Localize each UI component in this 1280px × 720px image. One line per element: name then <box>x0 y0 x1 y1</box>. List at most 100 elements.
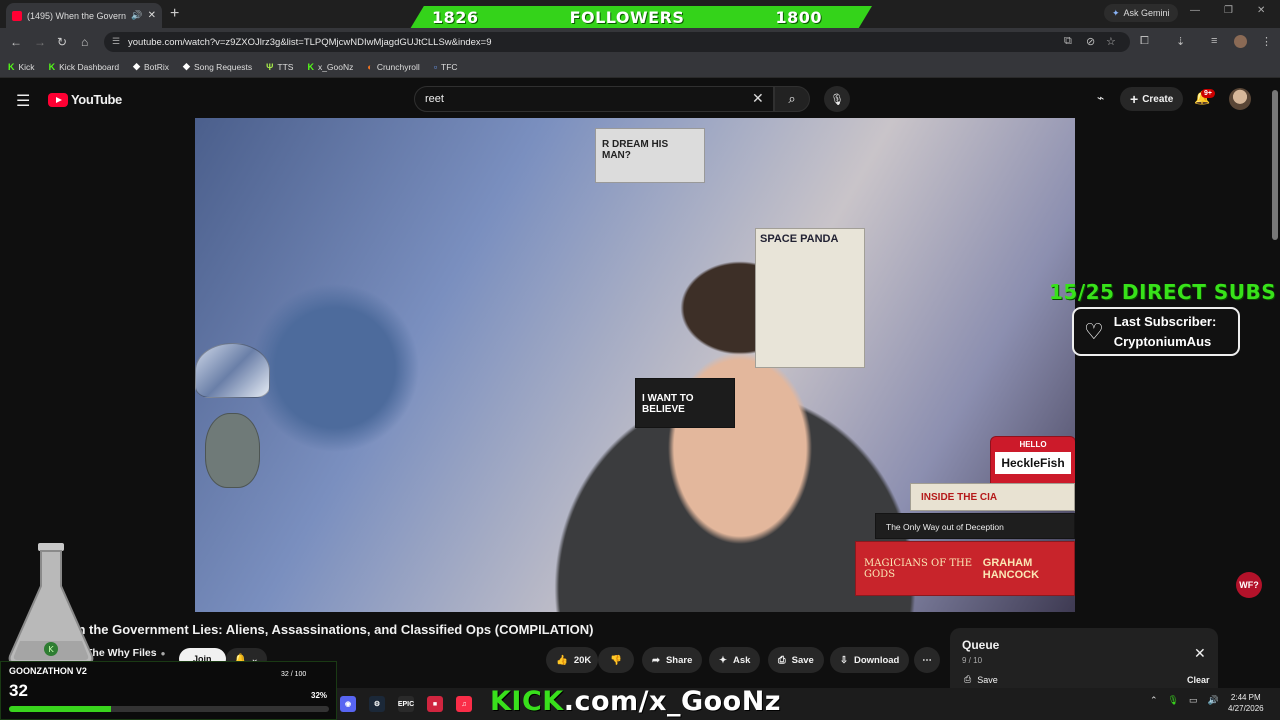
download-label: Download <box>853 654 900 666</box>
botrix-icon: ◆ <box>183 61 190 71</box>
music-icon[interactable]: ♫ <box>456 696 472 712</box>
followers-overlay: 1826 FOLLOWERS 1800 <box>410 6 872 29</box>
ask-button[interactable]: ✦ Ask <box>709 647 761 673</box>
sparkle-icon: ✦ <box>719 654 727 666</box>
queue-count: 9 / 10 <box>962 656 983 665</box>
stream-url-suffix: .com/x_GooNz <box>563 686 782 717</box>
forward-arrow-icon[interactable]: → <box>34 35 46 49</box>
channel-watermark[interactable]: WF? <box>1236 572 1262 598</box>
close-window-button[interactable]: ✕ <box>1257 5 1265 16</box>
bookmark-6[interactable]: ◐ Crunchyroll <box>367 62 419 72</box>
download-icon: ⇩ <box>840 654 848 666</box>
bookmark-2[interactable]: ◆ BotRix <box>133 61 169 72</box>
tray-volume-icon[interactable]: 🔊 <box>1208 695 1219 706</box>
queue-save-button[interactable]: ⎙ Save <box>964 674 998 685</box>
hide-icon[interactable]: ⊘ <box>1086 35 1095 48</box>
bookmark-4[interactable]: Ψ TTS <box>266 62 293 72</box>
kick-icon: K <box>307 61 314 72</box>
browser-tab[interactable]: (1495) When the Governme 🔊 ✕ <box>6 3 162 28</box>
kick-icon: K <box>8 61 15 72</box>
reading-list-icon[interactable]: ≡ <box>1211 35 1217 47</box>
tab-close-icon[interactable]: ✕ <box>148 10 156 21</box>
stream-url-overlay: KICK.com/x_GooNz <box>490 686 781 717</box>
queue-close-icon[interactable]: ✕ <box>1194 645 1206 662</box>
followers-label: FOLLOWERS <box>569 8 685 27</box>
search-icon: ⌕ <box>788 91 796 106</box>
scrollbar-thumb[interactable] <box>1272 90 1278 240</box>
profile-avatar[interactable] <box>1234 35 1247 48</box>
system-tray: ⌃ 🎙 ▭ 🔊 <box>1150 695 1219 706</box>
queue-clear-button[interactable]: Clear <box>1187 675 1210 685</box>
dislike-button[interactable]: 👎 <box>598 647 634 673</box>
tray-chevron-icon[interactable]: ⌃ <box>1150 695 1158 706</box>
stream-url-prefix: KICK <box>490 686 564 717</box>
home-icon[interactable]: ⌂ <box>81 35 88 49</box>
book-inside-cia-text: INSIDE THE CIA <box>921 492 998 503</box>
create-button[interactable]: + Create <box>1120 87 1184 111</box>
bookmarks-bar: K Kick K Kick Dashboard ◆ BotRix ◆ Song Request… <box>0 56 1280 78</box>
bookmark-5[interactable]: Kx_GooNz <box>307 62 353 72</box>
bookmark-label: Song Requests <box>193 61 253 72</box>
hamburger-menu-icon[interactable]: ☰ <box>16 91 30 111</box>
share-label: Share <box>665 654 693 666</box>
steam-icon[interactable]: ⚙ <box>369 696 385 712</box>
cast-icon[interactable]: ⌁ <box>1097 91 1104 105</box>
search-input[interactable]: reet <box>414 86 774 112</box>
reload-icon[interactable]: ↻ <box>57 35 67 49</box>
microphone-icon: 🎙 <box>830 93 844 106</box>
epic-icon[interactable]: EPIC <box>398 696 414 712</box>
voice-search-button[interactable]: 🎙 <box>824 86 850 112</box>
search-button[interactable]: ⌕ <box>774 86 810 112</box>
direct-subs-counter: 15/25 DIRECT SUBS <box>1049 280 1277 304</box>
bookmark-label: BotRix <box>144 61 170 72</box>
video-player[interactable]: SPACE PANDA I WANT TO BELIEVE R DREAM HI… <box>195 118 1075 612</box>
window-controls: — ❐ ✕ <box>1190 5 1265 16</box>
address-bar[interactable]: youtube.com/watch?v=z9ZXOJlrz3g&list=TLP… <box>104 32 1130 52</box>
bookmark-0[interactable]: K Kick <box>8 62 35 72</box>
save-button[interactable]: ⎙ Save <box>768 647 824 673</box>
bookmark-7[interactable]: ▫ TFC <box>434 62 458 72</box>
new-tab-button[interactable]: + <box>170 5 179 23</box>
tray-display-icon[interactable]: ▭ <box>1189 695 1198 706</box>
followers-goal: 1800 <box>775 8 822 27</box>
save-bookmark-icon: ⎙ <box>778 654 786 666</box>
install-app-icon[interactable]: ⧉ <box>1064 35 1072 48</box>
minimize-button[interactable]: — <box>1190 5 1200 16</box>
clock-time: 2:44 PM <box>1230 693 1261 702</box>
maximize-button[interactable]: ❐ <box>1224 5 1233 16</box>
bookmark-label: Crunchyroll <box>376 61 420 72</box>
app-red-icon[interactable]: ■ <box>427 696 443 712</box>
tfc-icon: ▫ <box>433 61 438 72</box>
poster-dream: R DREAM HIS MAN? <box>595 128 705 183</box>
more-menu-icon[interactable]: ⋮ <box>1261 35 1272 48</box>
poster-believe-text: I WANT TO BELIEVE <box>642 393 694 415</box>
clear-search-icon[interactable]: ✕ <box>752 90 764 107</box>
bookmark-label: TFC <box>441 61 458 72</box>
bookmark-label: x_GooNz <box>317 61 354 72</box>
discord-icon[interactable]: ◉ <box>340 696 356 712</box>
download-button[interactable]: ⇩ Download <box>830 647 910 673</box>
bookmark-star-icon[interactable]: ☆ <box>1106 35 1116 48</box>
bookmark-label: Kick <box>18 61 35 72</box>
taskbar-clock[interactable]: 2:44 PM 4/27/2026 <box>1228 692 1264 714</box>
account-avatar[interactable] <box>1229 88 1251 110</box>
queue-save-label: Save <box>977 674 998 685</box>
youtube-logo[interactable]: YouTube <box>48 92 122 107</box>
bookmark-3[interactable]: ◆ Song Requests <box>183 61 252 72</box>
extensions-icon[interactable]: ⧠ <box>1140 35 1149 48</box>
site-info-icon[interactable]: ☰ <box>112 36 120 47</box>
back-arrow-icon[interactable]: ← <box>10 35 22 49</box>
bookmark-label: Kick Dashboard <box>59 61 120 72</box>
queue-save-icon: ⎙ <box>964 674 972 684</box>
ask-gemini-button[interactable]: ✦ Ask Gemini <box>1104 4 1178 22</box>
downloads-icon[interactable]: ⇣ <box>1176 35 1185 48</box>
channel-name[interactable]: The Why Files ● <box>86 647 165 659</box>
book-magicians-author: GRAHAM HANCOCK <box>982 556 1040 581</box>
ask-label: Ask <box>732 654 751 666</box>
bookmark-1[interactable]: K Kick Dashboard <box>49 62 120 72</box>
like-button[interactable]: 👍 20K <box>546 647 598 673</box>
speaker-icon[interactable]: 🔊 <box>131 10 142 21</box>
more-actions-button[interactable]: ⋯ <box>914 647 940 673</box>
share-button[interactable]: ➦ Share <box>642 647 703 673</box>
tray-mic-icon[interactable]: 🎙 <box>1168 695 1179 706</box>
